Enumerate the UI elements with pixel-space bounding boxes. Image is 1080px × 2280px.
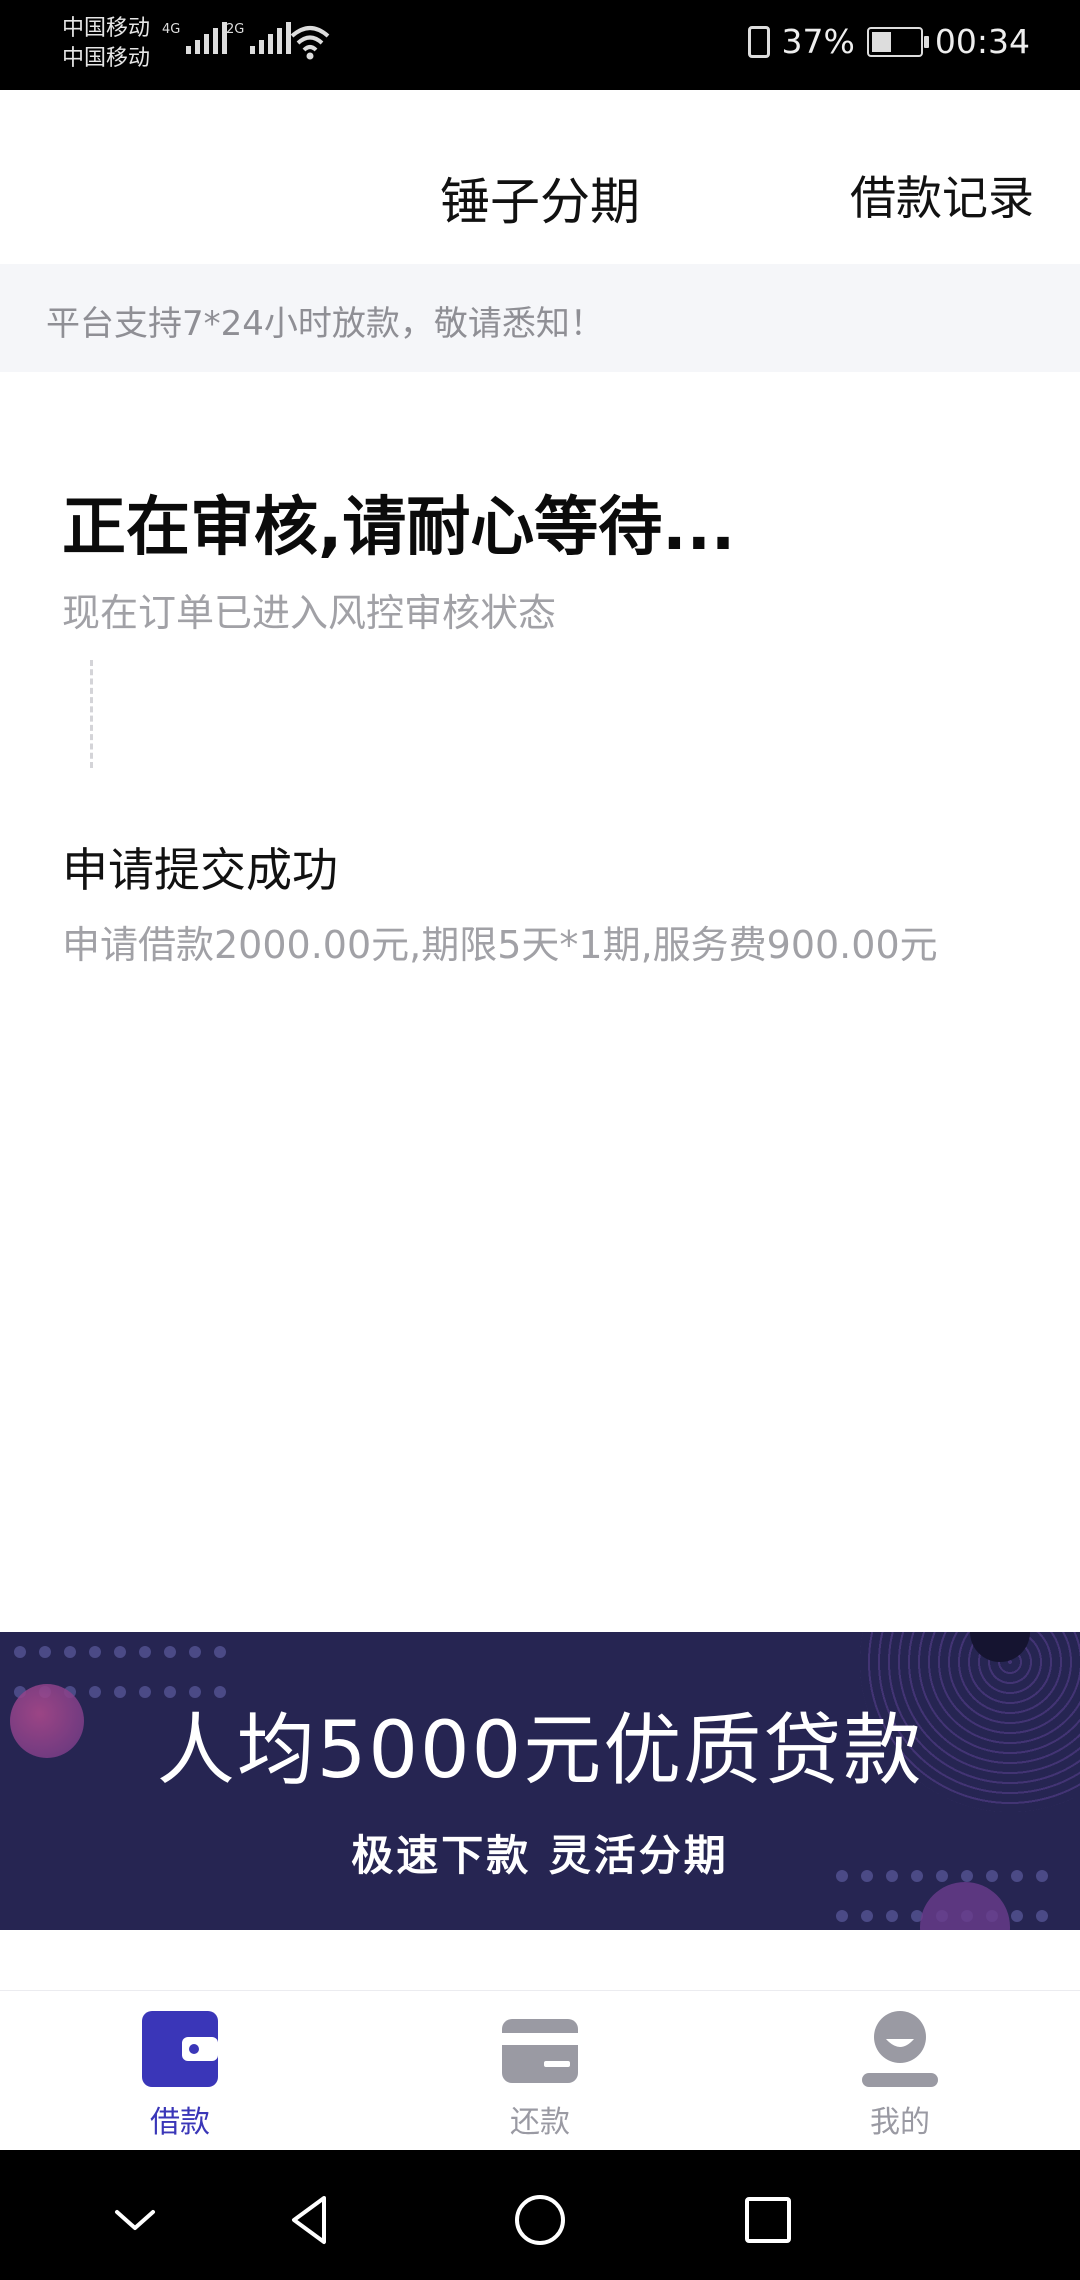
bottom-tab-bar: 借款 还款 我的 — [0, 1990, 1080, 2151]
home-icon[interactable] — [510, 2190, 570, 2250]
review-status-title: 正在审核,请耐心等待... — [62, 491, 736, 565]
back-icon[interactable] — [280, 2190, 340, 2250]
vibrate-icon — [747, 25, 770, 58]
wifi-icon — [290, 26, 330, 60]
submit-status-detail: 申请借款2000.00元,期限5天*1期,服务费900.00元 — [62, 923, 938, 967]
signal-4g-icon: 4G — [162, 22, 228, 54]
loan-records-link[interactable]: 借款记录 — [850, 162, 1034, 228]
chevron-down-icon[interactable] — [105, 2190, 165, 2250]
notice-text: 平台支持7*24小时放款，敬请悉知！ — [46, 304, 604, 344]
carrier-names: 中国移动 中国移动 — [62, 14, 150, 74]
tab-repay-label: 还款 — [510, 2105, 570, 2140]
tab-loan[interactable]: 借款 — [80, 1991, 280, 2151]
status-right: 37% 00:34 — [747, 22, 1030, 61]
tab-mine[interactable]: 我的 — [800, 1991, 1000, 2151]
wallet-icon — [142, 2011, 218, 2087]
battery-percent: 37% — [781, 22, 855, 61]
app-header: 锤子分期 借款记录 — [0, 90, 1080, 264]
clock: 00:34 — [934, 22, 1030, 61]
signal-2g-icon: 2G — [226, 22, 292, 54]
tab-repay[interactable]: 还款 — [440, 1991, 640, 2151]
carrier-1: 中国移动 — [62, 16, 151, 41]
card-icon — [502, 2019, 578, 2083]
tab-loan-label: 借款 — [150, 2105, 210, 2140]
review-status-subtitle: 现在订单已进入风控审核状态 — [62, 591, 557, 635]
status-bar: 中国移动 中国移动 4G 2G 37% 00:34 — [0, 0, 1080, 90]
carrier-2: 中国移动 — [62, 46, 151, 71]
system-nav-bar — [0, 2150, 1080, 2280]
profile-icon — [862, 2011, 938, 2087]
timeline-connector — [90, 660, 93, 768]
notice-banner: 平台支持7*24小时放款，敬请悉知！ — [0, 264, 1080, 372]
promo-banner[interactable]: 人均5000元优质贷款 极速下款 灵活分期 — [0, 1632, 1080, 1930]
banner-tagline: 极速下款 灵活分期 — [351, 1831, 729, 1880]
battery-icon — [866, 26, 929, 57]
recents-icon[interactable] — [738, 2190, 798, 2250]
tab-mine-label: 我的 — [870, 2105, 930, 2140]
banner-headline: 人均5000元优质贷款 — [156, 1706, 924, 1796]
submit-status-title: 申请提交成功 — [62, 843, 338, 897]
